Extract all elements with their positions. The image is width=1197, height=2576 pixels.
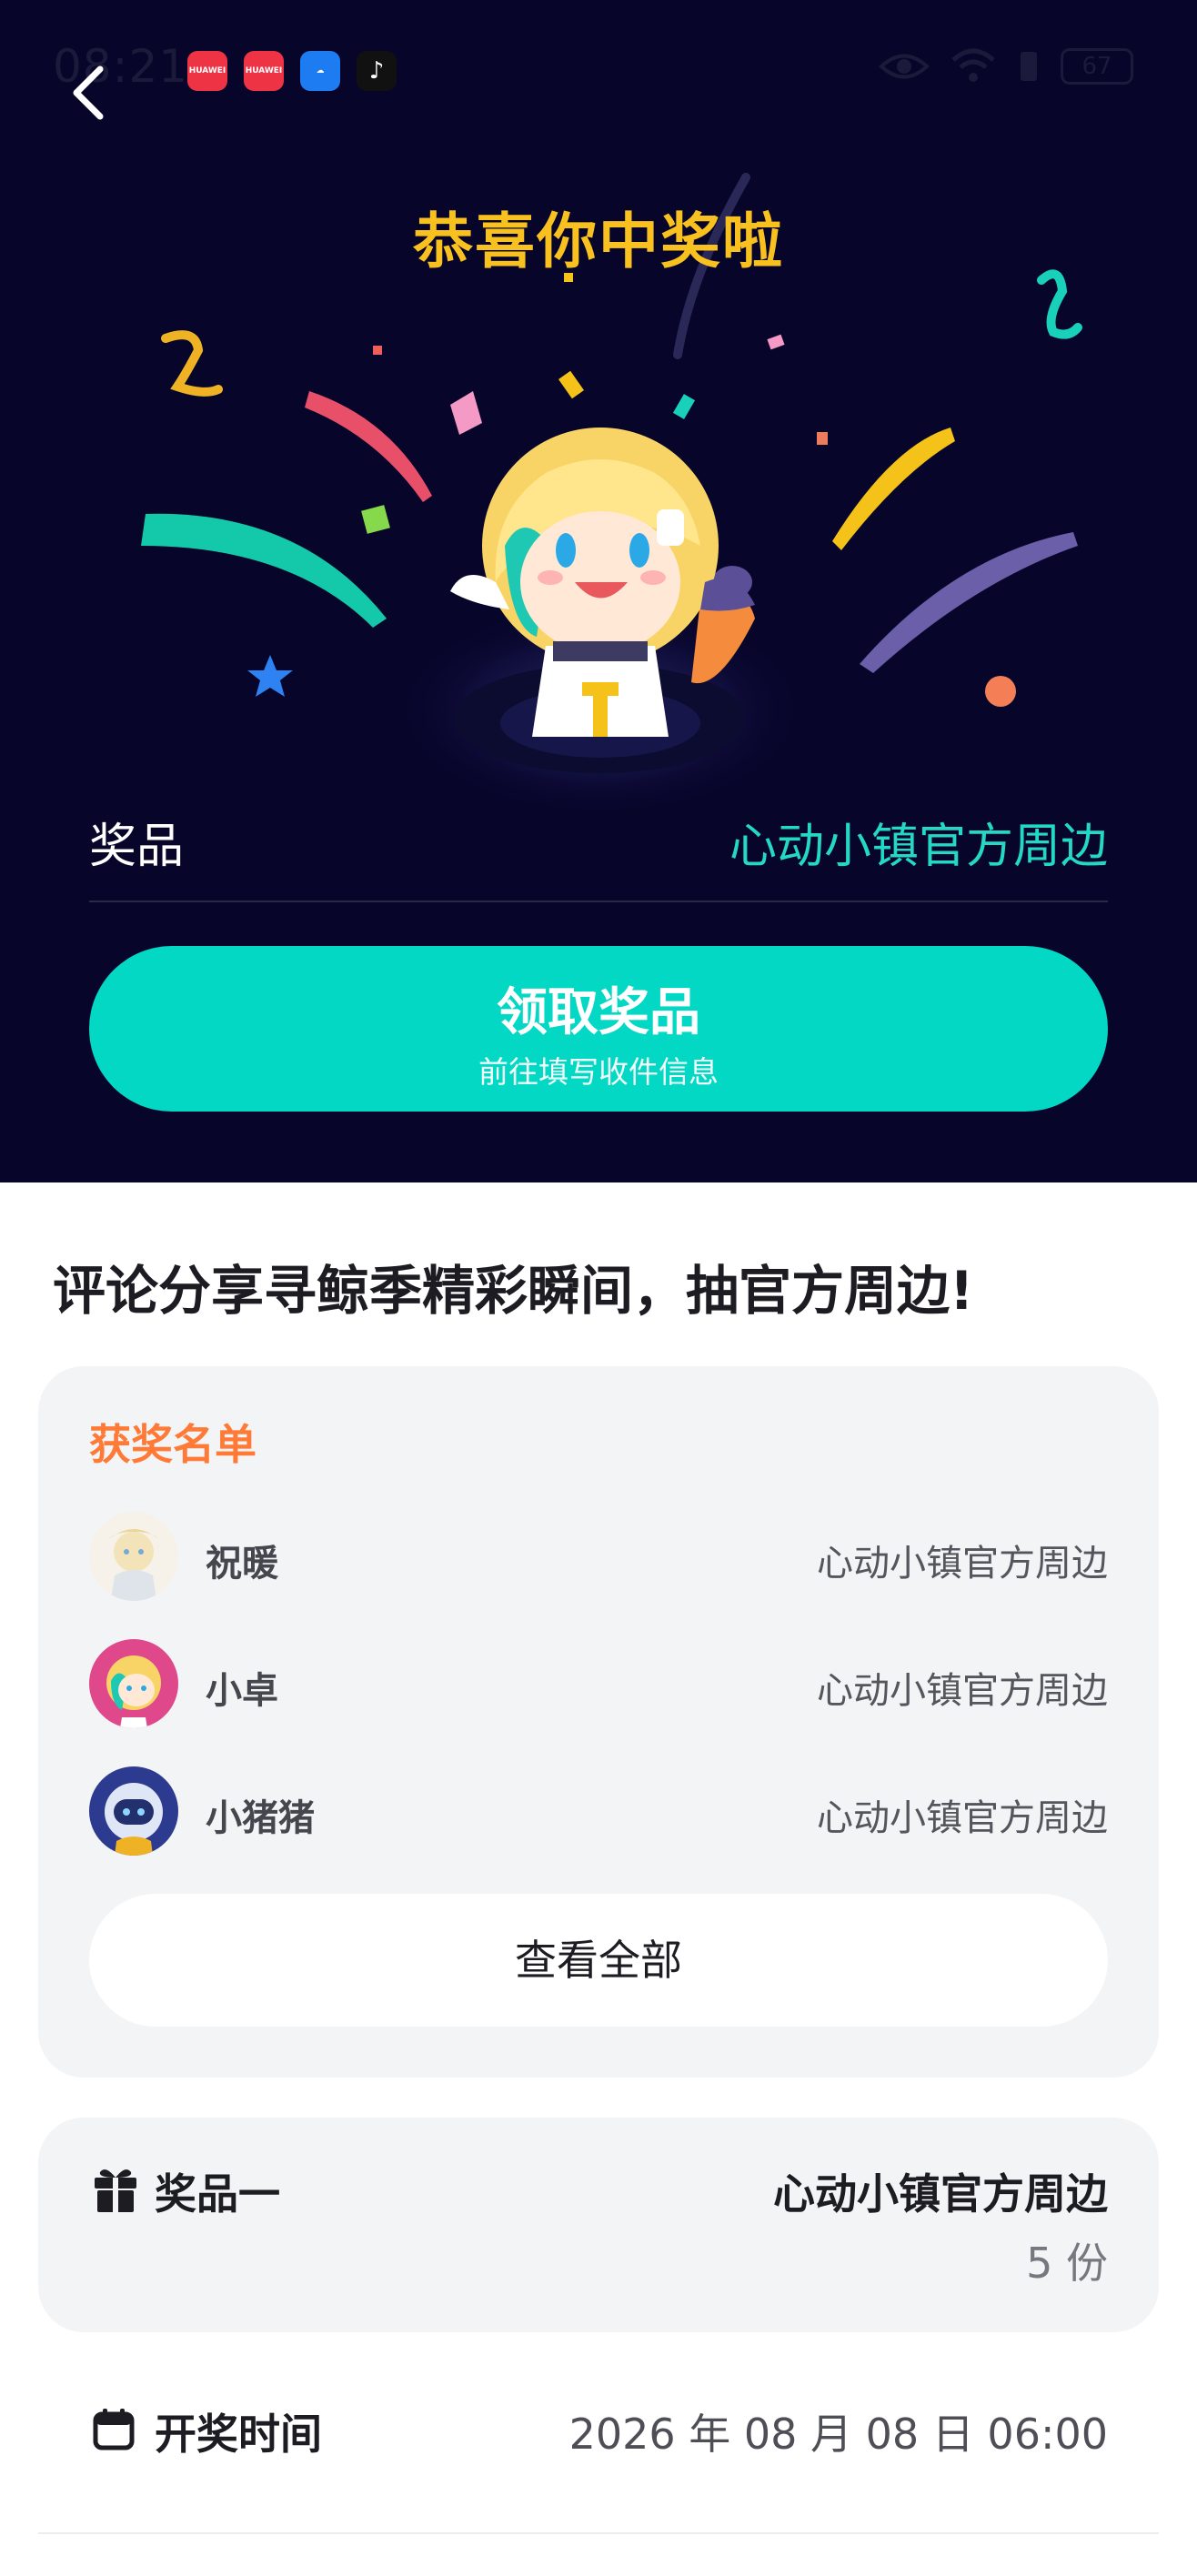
winner-name: 小卓 (206, 1670, 278, 1712)
winner-prize: 心动小镇官方周边 (817, 1543, 1108, 1585)
winner-name: 祝暖 (206, 1543, 278, 1585)
status-indicators: 67 (879, 47, 1133, 86)
wifi-icon (951, 48, 995, 82)
draw-time-label: 开奖时间 (155, 2410, 322, 2459)
winner-row: 小猪猪 心动小镇官方周边 (89, 1766, 1108, 1857)
avatar (89, 1766, 178, 1856)
prize-tier-count: 5 份 (1026, 2239, 1108, 2288)
chevron-left-icon (73, 65, 104, 120)
winner-name: 小猪猪 (206, 1797, 315, 1839)
draw-time-row: 开奖时间 2026 年 08 月 08 日 06:00 (38, 2374, 1159, 2483)
notification-icons: HUAWEI HUAWEI ☁ ♪ (187, 51, 397, 91)
prize-tier-label: 奖品一 (155, 2169, 280, 2219)
eye-comfort-icon (879, 54, 930, 79)
view-all-button[interactable]: 查看全部 (89, 1894, 1108, 2027)
winner-prize: 心动小镇官方周边 (817, 1797, 1108, 1839)
status-bar: 08:21 HUAWEI HUAWEI ☁ ♪ 67 (0, 0, 1197, 146)
prize-tier-name: 心动小镇官方周边 (773, 2169, 1108, 2219)
winner-prize: 心动小镇官方周边 (817, 1670, 1108, 1712)
back-button[interactable] (64, 56, 118, 129)
draw-time-value: 2026 年 08 月 08 日 06:00 (568, 2410, 1108, 2459)
calendar-icon (93, 2409, 135, 2450)
winner-row: 小卓 心动小镇官方周边 (89, 1639, 1108, 1730)
event-headline: 评论分享寻鲸季精彩瞬间，抽官方周边! (53, 1260, 974, 1322)
avatar (89, 1512, 178, 1601)
winners-card: 获奖名单 祝暖 心动小镇官方周边 小卓 心动小镇官方周边 小猪猪 心动小镇官方周… (38, 1366, 1159, 2078)
prize-detail-card: 奖品一 心动小镇官方周边 5 份 (38, 2118, 1159, 2332)
gift-icon (95, 2169, 136, 2212)
huawei-appgallery-icon: HUAWEI (187, 51, 227, 91)
winner-row: 祝暖 心动小镇官方周边 (89, 1512, 1108, 1603)
congrats-title: 恭喜你中奖啦 (413, 206, 784, 277)
prize-label: 奖品 (89, 820, 185, 874)
avatar (89, 1639, 178, 1728)
claim-button-subtitle: 前往填写收件信息 (478, 1054, 719, 1090)
winners-title: 获奖名单 (89, 1420, 256, 1469)
claim-prize-button[interactable]: 领取奖品 前往填写收件信息 (89, 946, 1108, 1112)
huawei-appgallery-icon: HUAWEI (244, 51, 284, 91)
prize-value: 心动小镇官方周边 (729, 820, 1108, 874)
weather-app-icon: ☁ (300, 51, 340, 91)
divider (38, 2532, 1159, 2534)
claim-button-label: 领取奖品 (497, 983, 700, 1042)
battery-icon: 67 (1061, 48, 1133, 85)
hero-section: 08:21 HUAWEI HUAWEI ☁ ♪ 67 恭喜你中奖啦 奖品 心动小… (0, 0, 1197, 1182)
prize-row: 奖品 心动小镇官方周边 (89, 800, 1108, 902)
tiktok-icon: ♪ (357, 51, 397, 91)
signal-icon (1021, 52, 1037, 81)
